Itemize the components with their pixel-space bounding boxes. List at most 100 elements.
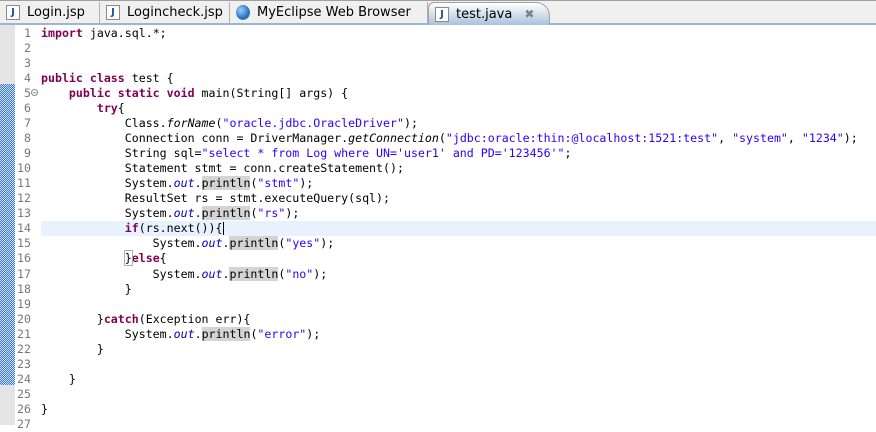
- code-text: ResultSet rs = stmt.executeQuery(sql);: [41, 191, 391, 206]
- globe-icon: [236, 5, 250, 20]
- code-line[interactable]: 14 if(rs.next()){: [0, 221, 876, 237]
- code-line[interactable]: 4 public class test {: [0, 71, 876, 86]
- string-literal: "yes": [285, 236, 321, 251]
- code-text: System.: [41, 176, 174, 191]
- code-content: System.out.println("rs");: [41, 206, 876, 221]
- code-text: ;: [564, 146, 572, 161]
- code-content: import java.sql.*;: [41, 26, 876, 41]
- code-content: System.out.println("yes");: [41, 236, 876, 251]
- code-line[interactable]: 10 Statement stmt = conn.createStatement…: [0, 161, 876, 176]
- line-number: 25: [17, 386, 31, 401]
- line-number: 11: [17, 176, 31, 191]
- code-content: System.out.println("error");: [41, 326, 876, 342]
- code-text: {: [117, 101, 125, 116]
- code-line[interactable]: 20 }catch(Exception err){: [0, 312, 876, 327]
- tab-test-java[interactable]: Jtest.java ✖: [428, 2, 550, 25]
- keyword: else: [131, 251, 160, 266]
- code-line[interactable]: 3: [0, 56, 876, 71]
- code-content: [41, 357, 876, 372]
- code-text: (Exception err){: [138, 311, 251, 326]
- code-line[interactable]: 6 try{: [0, 101, 876, 116]
- code-content: Statement stmt = conn.createStatement();: [41, 161, 876, 176]
- code-text: );: [285, 206, 300, 221]
- code-text: main(String[] args) {: [194, 86, 349, 101]
- line-number: 3: [24, 56, 31, 71]
- occurrence-highlight: println: [201, 176, 251, 191]
- code-line[interactable]: 27: [0, 417, 876, 432]
- keyword: try: [96, 101, 118, 116]
- code-text: );: [306, 326, 321, 341]
- code-text: System.: [41, 326, 174, 341]
- line-number: 20: [17, 311, 31, 326]
- code-line[interactable]: 26}: [0, 402, 876, 417]
- line-number: 21: [17, 326, 31, 341]
- tab-web-browser[interactable]: MyEclipse Web Browser: [230, 2, 428, 23]
- line-number: 1: [24, 26, 31, 40]
- code-line[interactable]: 22 }: [0, 342, 876, 357]
- close-icon[interactable]: ✖: [524, 7, 534, 21]
- code-line[interactable]: 13 System.out.println("rs");: [0, 206, 876, 221]
- code-text: );: [843, 131, 858, 146]
- line-number: 17: [17, 266, 31, 281]
- code-text: System.: [41, 236, 202, 251]
- line-number: 8: [24, 131, 31, 146]
- code-line[interactable]: 8 Connection conn = DriverManager.getCon…: [0, 131, 876, 146]
- code-text: Connection conn = DriverManager.: [41, 131, 349, 146]
- code-text: (rs.next()){: [138, 221, 223, 236]
- code-line[interactable]: 12 ResultSet rs = stmt.executeQuery(sql)…: [0, 191, 876, 206]
- string-literal: "oracle.jdbc.OracleDriver": [222, 116, 404, 131]
- code-text: ,: [718, 131, 733, 146]
- occurrence-highlight: println: [201, 206, 251, 221]
- code-text: String sql=: [41, 146, 202, 161]
- static-field: out: [173, 206, 195, 221]
- occurrence-highlight: println: [229, 236, 279, 251]
- code-line[interactable]: 5− public static void main(String[] args…: [0, 86, 876, 101]
- code-line[interactable]: 1 import java.sql.*;: [0, 26, 876, 41]
- code-text: System.: [41, 266, 202, 281]
- code-content: String sql="select * from Log where UN='…: [41, 146, 876, 161]
- code-editor[interactable]: 1 import java.sql.*; 2 3 4 public class test …: [0, 26, 876, 432]
- line-number: 15: [17, 236, 31, 251]
- code-line[interactable]: 16 }else{: [0, 250, 876, 267]
- code-line[interactable]: 11 System.out.println("stmt");: [0, 176, 876, 191]
- code-line[interactable]: 19: [0, 297, 876, 312]
- line-number: 14: [17, 221, 31, 236]
- code-content: try{: [41, 101, 876, 116]
- tab-login-jsp[interactable]: J Login.jsp: [0, 2, 100, 23]
- code-line[interactable]: 9 String sql="select * from Log where UN…: [0, 146, 876, 161]
- static-field: out: [201, 266, 223, 281]
- java-file-icon: J: [435, 6, 449, 22]
- code-line[interactable]: 17 System.out.println("no");: [0, 266, 876, 282]
- code-text: );: [320, 236, 335, 251]
- line-number: 24: [17, 371, 31, 386]
- static-method: getConnection: [348, 131, 439, 146]
- code-line[interactable]: 2: [0, 41, 876, 56]
- editor-tab-bar: J Login.jsp J Logincheck.jsp MyEclipse Web…: [0, 0, 876, 25]
- string-literal: "select * from Log where UN='user1' and …: [201, 146, 565, 161]
- keyword: catch: [103, 311, 139, 326]
- line-number: 9: [24, 146, 31, 161]
- keyword: public static void: [68, 86, 195, 101]
- code-text: }: [41, 311, 104, 326]
- code-line[interactable]: 24 }: [0, 372, 876, 387]
- code-content: if(rs.next()){: [41, 221, 876, 237]
- code-line[interactable]: 25: [0, 387, 876, 402]
- code-content: Class.forName("oracle.jdbc.OracleDriver"…: [41, 116, 876, 131]
- keyword: public class: [41, 71, 125, 86]
- code-line[interactable]: 23: [0, 357, 876, 372]
- code-line[interactable]: 7 Class.forName("oracle.jdbc.OracleDrive…: [0, 116, 876, 131]
- code-content: }else{: [41, 250, 876, 267]
- code-line[interactable]: 15 System.out.println("yes");: [0, 236, 876, 251]
- tab-logincheck-jsp[interactable]: J Logincheck.jsp: [100, 2, 230, 23]
- static-field: out: [173, 326, 195, 341]
- line-number: 4: [24, 71, 31, 86]
- string-literal: "1234": [801, 131, 844, 146]
- line-number: 13: [17, 206, 31, 221]
- fold-toggle-icon[interactable]: −: [31, 89, 38, 97]
- code-line[interactable]: 21 System.out.println("error");: [0, 326, 876, 342]
- code-line[interactable]: 18 }: [0, 282, 876, 297]
- line-number: 5: [24, 86, 31, 101]
- string-literal: "stmt": [257, 176, 300, 191]
